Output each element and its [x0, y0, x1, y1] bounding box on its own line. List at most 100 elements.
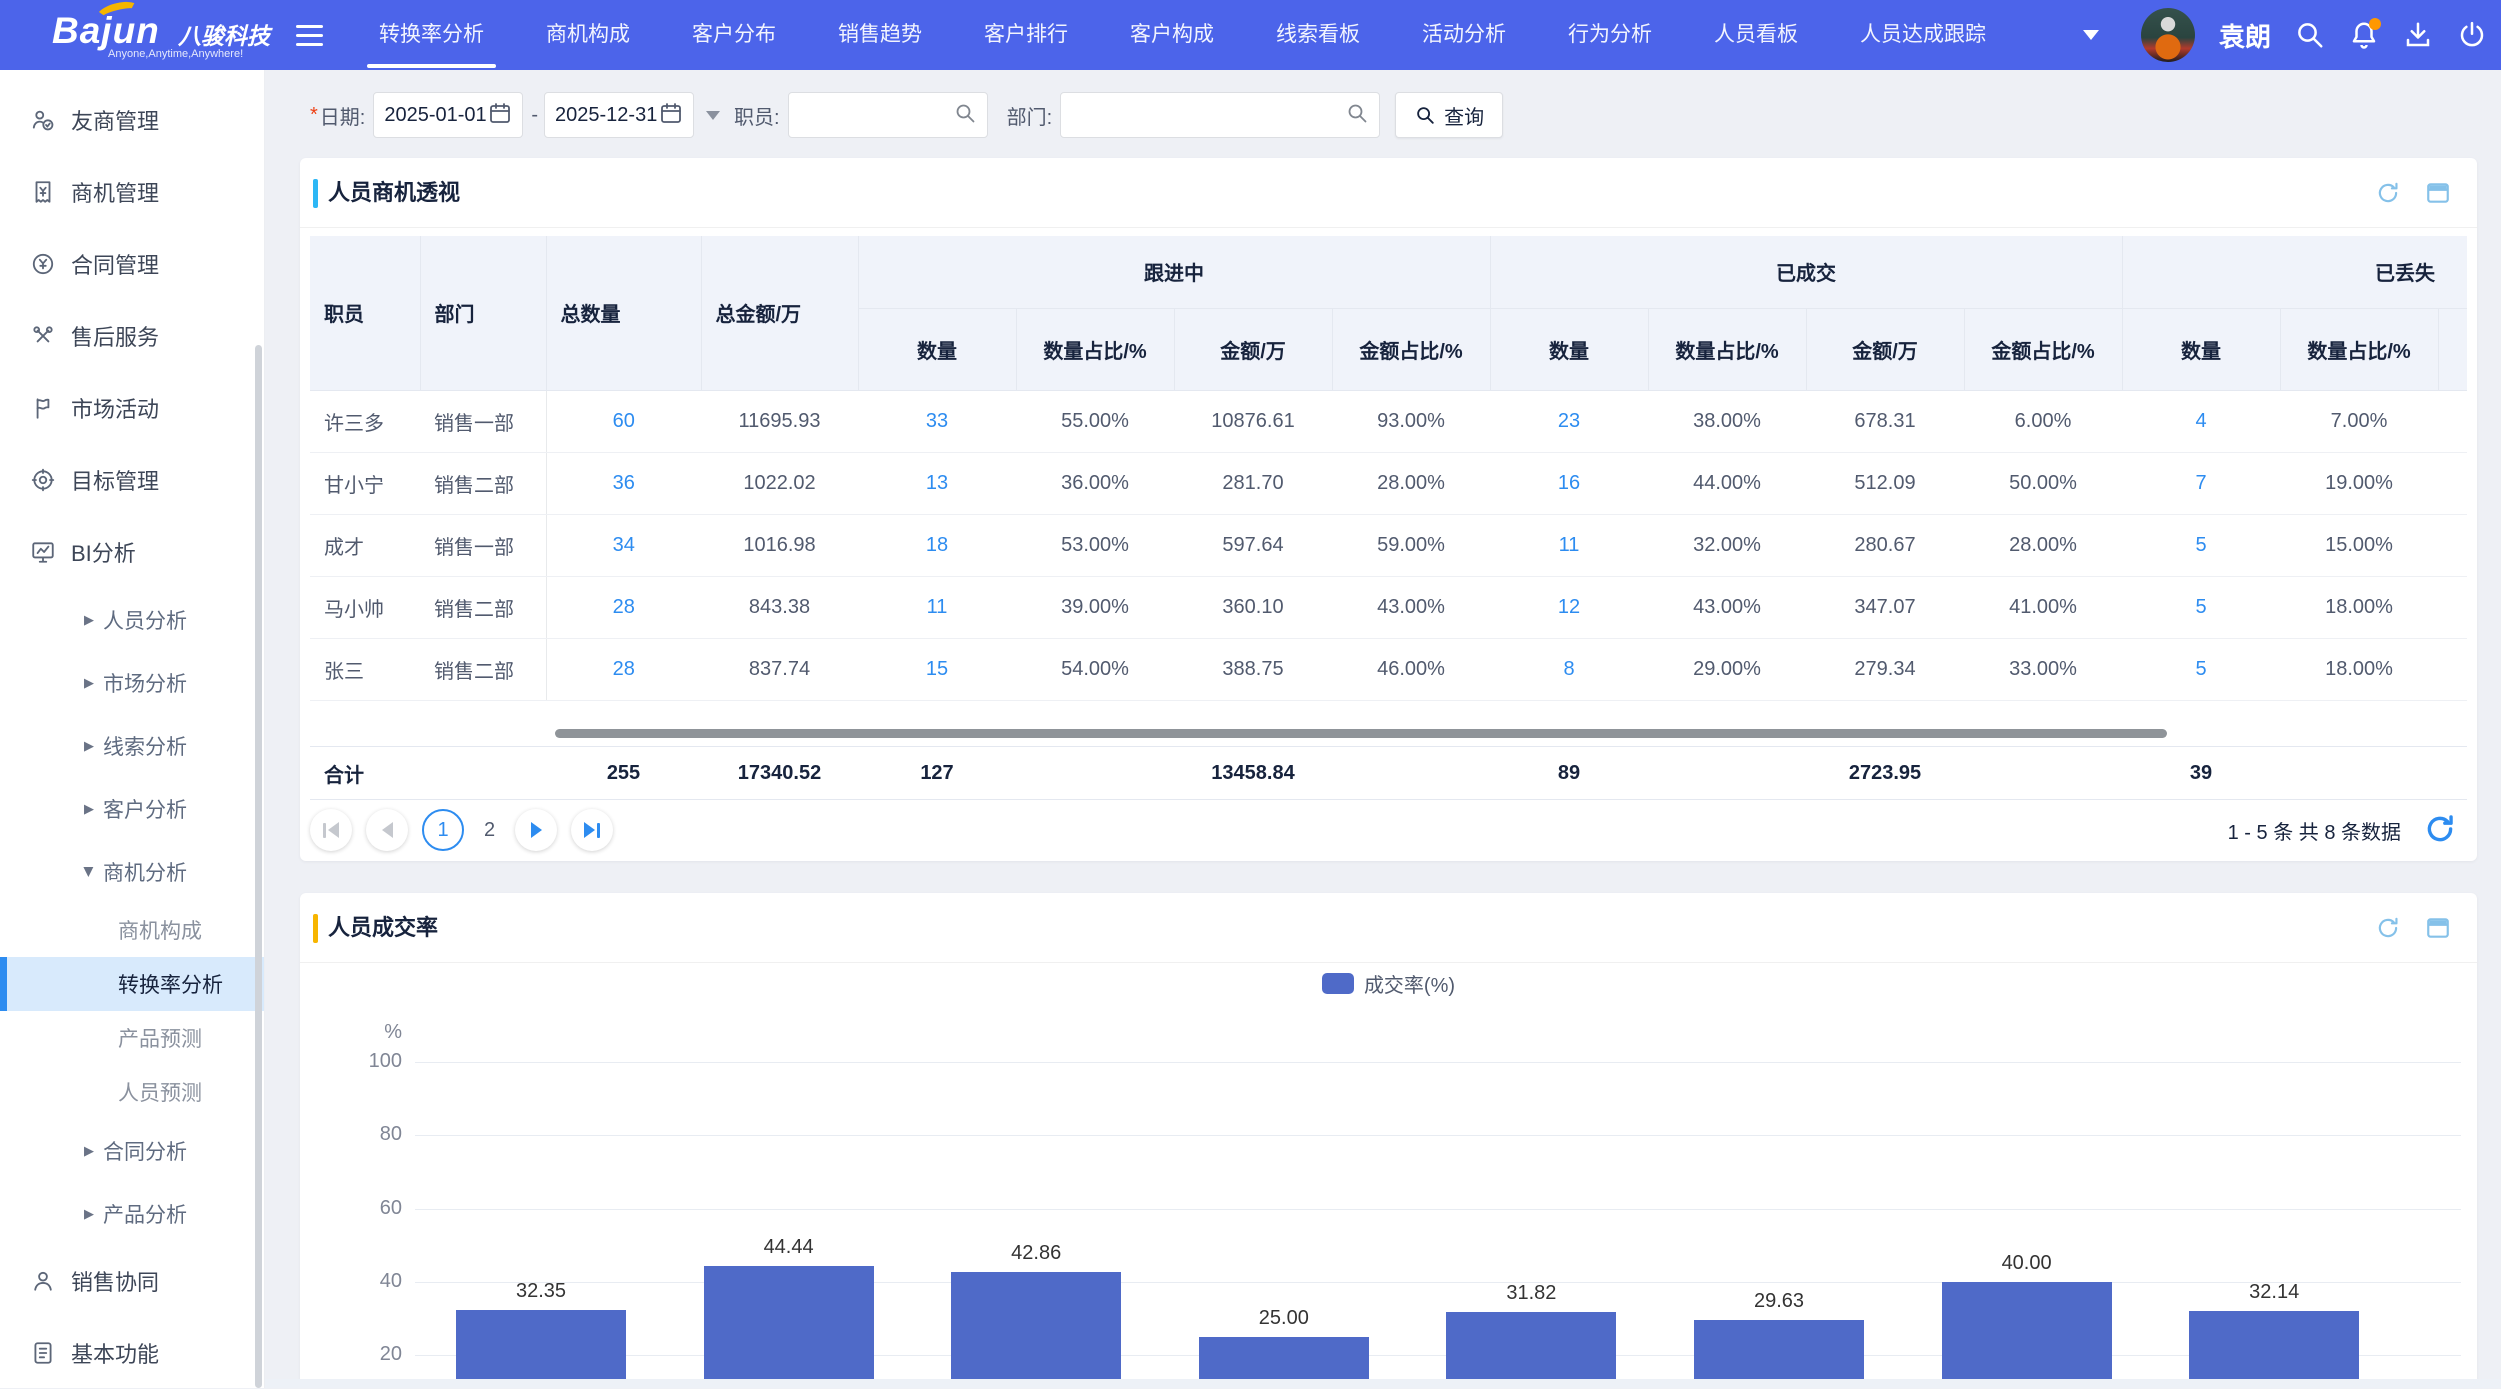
sidebar-item-16[interactable]: ▶合同分析: [0, 1119, 264, 1182]
count-link[interactable]: 34: [613, 534, 635, 556]
dept-search-input[interactable]: [1060, 92, 1380, 138]
sidebar-item-10[interactable]: ▶客户分析: [0, 777, 264, 840]
current-page-button[interactable]: 1: [422, 809, 464, 851]
column-header[interactable]: 金额占比/%: [1332, 308, 1490, 390]
search-icon[interactable]: [1345, 101, 1369, 130]
sidebar-item-13[interactable]: 转换率分析: [0, 957, 264, 1011]
count-link[interactable]: 5: [2195, 534, 2206, 556]
date-mode-caret-icon[interactable]: [706, 111, 720, 120]
sidebar-item-5[interactable]: 目标管理: [0, 444, 264, 516]
power-icon[interactable]: [2457, 20, 2487, 50]
count-link[interactable]: 8: [1563, 658, 1574, 680]
column-header[interactable]: 总金额/万: [701, 236, 858, 390]
sidebar-item-1[interactable]: 商机管理: [0, 156, 264, 228]
sidebar-item-9[interactable]: ▶线索分析: [0, 714, 264, 777]
tab-4[interactable]: 客户排行: [960, 0, 1092, 70]
caret-down-icon[interactable]: [2083, 30, 2099, 40]
sidebar-item-7[interactable]: ▶人员分析: [0, 588, 264, 651]
count-link[interactable]: 28: [613, 596, 635, 618]
column-header[interactable]: 数量: [2122, 308, 2280, 390]
count-link[interactable]: 5: [2195, 596, 2206, 618]
first-page-button[interactable]: [310, 809, 352, 851]
calendar-icon[interactable]: [659, 101, 683, 130]
tab-2[interactable]: 客户分布: [668, 0, 800, 70]
column-header[interactable]: 数量: [1490, 308, 1648, 390]
sidebar-item-19[interactable]: 基本功能: [0, 1317, 264, 1389]
calendar-icon[interactable]: [488, 101, 512, 130]
tab-9[interactable]: 人员看板: [1690, 0, 1822, 70]
count-link[interactable]: 4: [2195, 410, 2206, 432]
column-header[interactable]: 总数量: [546, 236, 701, 390]
bar-2[interactable]: [951, 1272, 1121, 1389]
bar-4[interactable]: [1446, 1312, 1616, 1388]
column-header[interactable]: 职员: [310, 236, 420, 390]
count-link[interactable]: 33: [926, 410, 948, 432]
count-link[interactable]: 36: [613, 472, 635, 494]
date-from-input[interactable]: [373, 92, 523, 138]
tab-8[interactable]: 行为分析: [1544, 0, 1676, 70]
user-name[interactable]: 袁朗: [2219, 17, 2271, 54]
count-link[interactable]: 16: [1558, 472, 1580, 494]
tab-7[interactable]: 活动分析: [1398, 0, 1530, 70]
sidebar-item-0[interactable]: 友商管理: [0, 84, 264, 156]
column-header[interactable]: 部门: [420, 236, 546, 390]
legend-swatch[interactable]: [1322, 973, 1354, 994]
sidebar-item-4[interactable]: 市场活动: [0, 372, 264, 444]
count-link[interactable]: 18: [926, 534, 948, 556]
date-to-input[interactable]: [544, 92, 694, 138]
query-button[interactable]: 查询: [1395, 92, 1503, 138]
window-icon[interactable]: [2425, 180, 2451, 206]
count-link[interactable]: 28: [613, 658, 635, 680]
tab-0[interactable]: 转换率分析: [355, 0, 508, 70]
bar-6[interactable]: [1942, 1282, 2112, 1388]
chart-legend[interactable]: 成交率(%): [300, 969, 2477, 998]
tab-5[interactable]: 客户构成: [1106, 0, 1238, 70]
count-link[interactable]: 7: [2195, 472, 2206, 494]
column-header[interactable]: 金额/万: [1174, 308, 1332, 390]
bar-7[interactable]: [2189, 1311, 2359, 1388]
prev-page-button[interactable]: [366, 809, 408, 851]
sidebar-item-11[interactable]: ▶商机分析: [0, 840, 264, 903]
column-header[interactable]: 数量占比/%: [1016, 308, 1174, 390]
bell-icon[interactable]: [2349, 20, 2379, 50]
column-header[interactable]: 金额/万: [1806, 308, 1964, 390]
app-logo[interactable]: Bajun 八骏科技 Anyone,Anytime,Anywhere!: [0, 0, 310, 70]
count-link[interactable]: 13: [926, 472, 948, 494]
search-icon[interactable]: [953, 101, 977, 130]
refresh-icon[interactable]: [2375, 915, 2401, 941]
column-header[interactable]: 金额占比/%: [1964, 308, 2122, 390]
search-icon[interactable]: [2295, 20, 2325, 50]
tab-3[interactable]: 销售趋势: [814, 0, 946, 70]
count-link[interactable]: 60: [613, 410, 635, 432]
tab-1[interactable]: 商机构成: [522, 0, 654, 70]
count-link[interactable]: 12: [1558, 596, 1580, 618]
count-link[interactable]: 23: [1558, 410, 1580, 432]
sidebar-item-14[interactable]: 产品预测: [0, 1011, 264, 1065]
column-header[interactable]: 数量: [858, 308, 1016, 390]
table-hscroll-thumb[interactable]: [555, 729, 2167, 738]
tab-6[interactable]: 线索看板: [1252, 0, 1384, 70]
bar-1[interactable]: [704, 1266, 874, 1388]
last-page-button[interactable]: [571, 809, 613, 851]
count-link[interactable]: 11: [927, 596, 948, 618]
avatar[interactable]: [2141, 8, 2195, 62]
sidebar-item-17[interactable]: ▶产品分析: [0, 1182, 264, 1245]
sidebar-scrollbar[interactable]: [255, 345, 262, 1388]
sidebar-item-18[interactable]: 销售协同: [0, 1245, 264, 1317]
column-header[interactable]: 数量占比/%: [1648, 308, 1806, 390]
count-link[interactable]: 15: [926, 658, 948, 680]
column-header[interactable]: 数量占比/%: [2280, 308, 2438, 390]
sidebar-item-8[interactable]: ▶市场分析: [0, 651, 264, 714]
table-refresh-icon[interactable]: [2419, 809, 2461, 851]
refresh-icon[interactable]: [2375, 180, 2401, 206]
staff-search-input[interactable]: [788, 92, 988, 138]
sidebar-item-2[interactable]: 合同管理: [0, 228, 264, 300]
sidebar-item-15[interactable]: 人员预测: [0, 1065, 264, 1119]
sidebar-item-12[interactable]: 商机构成: [0, 903, 264, 957]
sidebar-item-3[interactable]: 售后服务: [0, 300, 264, 372]
bar-0[interactable]: [456, 1310, 626, 1388]
window-icon[interactable]: [2425, 915, 2451, 941]
tab-10[interactable]: 人员达成跟踪: [1836, 0, 2010, 70]
count-link[interactable]: 11: [1559, 534, 1580, 556]
page-button[interactable]: 2: [484, 819, 495, 841]
